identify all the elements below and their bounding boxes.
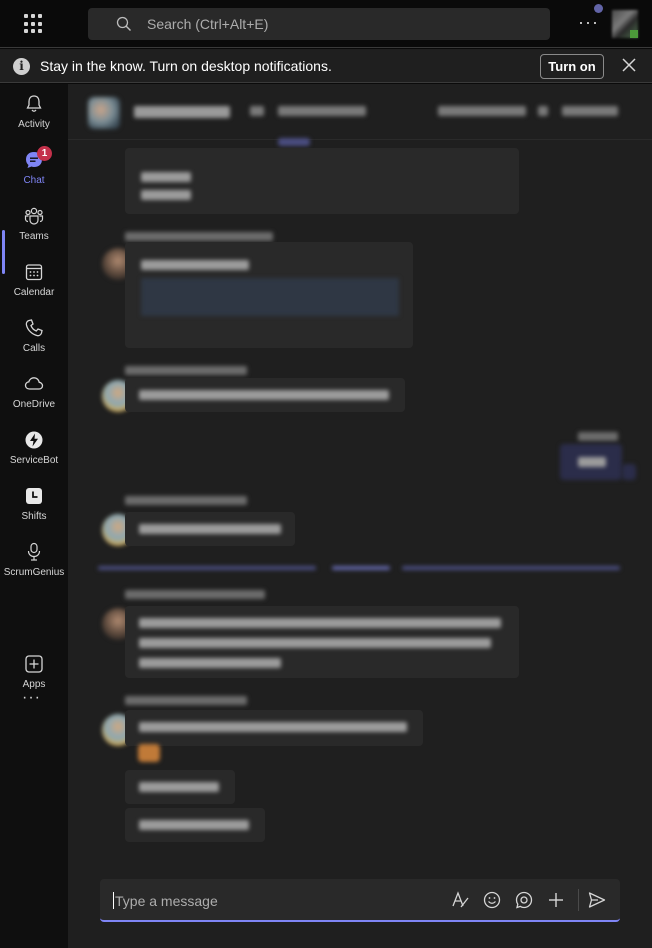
rail-item-chat[interactable]: Chat <box>0 150 68 200</box>
calendar-icon <box>25 264 43 281</box>
rail-label: Chat <box>23 175 45 186</box>
chat-avatar[interactable] <box>88 97 120 129</box>
rail-label: OneDrive <box>12 399 56 410</box>
message-meta <box>125 232 273 241</box>
message-meta <box>125 366 247 375</box>
redacted-icon[interactable] <box>538 106 548 116</box>
rail-item-calls[interactable]: Calls <box>0 318 68 368</box>
text-cursor <box>113 892 114 909</box>
compose-separator <box>578 889 579 911</box>
notification-dot <box>594 4 603 13</box>
emoji-icon <box>138 744 160 762</box>
message-meta <box>125 696 247 705</box>
plus-square-icon <box>25 655 43 673</box>
servicebot-icon <box>25 431 43 449</box>
new-messages-divider <box>402 566 620 570</box>
presence-status-icon <box>630 30 638 38</box>
redacted-text <box>139 618 501 628</box>
emoji-picker-icon[interactable] <box>482 890 502 910</box>
rail-item-scrumgenius[interactable]: ScrumGenius <box>0 542 68 592</box>
reaction-icon[interactable] <box>622 464 636 480</box>
search-icon <box>116 16 131 31</box>
title-bar: Search (Ctrl+Alt+E) ··· <box>0 0 652 48</box>
rail-label: Calls <box>22 343 46 354</box>
divider-label <box>332 566 390 570</box>
message-meta <box>578 432 618 441</box>
chat-title-redacted[interactable] <box>134 106 230 118</box>
redacted-text <box>139 658 281 668</box>
redacted-text <box>141 190 191 200</box>
more-options-icon[interactable]: ··· <box>578 12 599 33</box>
teams-icon <box>24 207 44 225</box>
rail-item-shifts[interactable]: Shifts <box>0 486 68 536</box>
rail-item-apps[interactable]: Apps <box>0 654 68 704</box>
redacted-text <box>578 457 606 467</box>
message-compose-box[interactable]: Type a message <box>100 879 620 922</box>
rail-item-calendar[interactable]: Calendar <box>0 262 68 312</box>
rail-label: Shifts <box>21 511 47 522</box>
scrumgenius-icon <box>27 542 41 561</box>
app-launcher-icon[interactable] <box>24 14 44 34</box>
rail-item-servicebot[interactable]: ServiceBot <box>0 430 68 480</box>
redacted-icons[interactable] <box>562 106 618 116</box>
rail-item-onedrive[interactable]: OneDrive <box>0 374 68 424</box>
send-icon[interactable] <box>587 890 607 910</box>
redacted-attachment[interactable] <box>141 278 399 316</box>
chat-unread-badge: 1 <box>37 146 52 161</box>
rail-label: Apps <box>22 679 46 690</box>
notification-banner: i Stay in the know. Turn on desktop noti… <box>0 49 652 83</box>
format-icon[interactable] <box>450 890 470 910</box>
phone-icon <box>25 319 43 337</box>
message-meta <box>125 590 265 599</box>
loop-component-icon[interactable] <box>514 890 534 910</box>
redacted-text <box>139 722 407 732</box>
rail-label: ScrumGenius <box>3 567 65 578</box>
redacted-tab[interactable] <box>438 106 526 116</box>
redacted-text <box>278 106 366 116</box>
redacted-text <box>139 820 249 830</box>
rail-item-activity[interactable]: Activity <box>0 94 68 144</box>
turn-on-button[interactable]: Turn on <box>540 54 604 79</box>
rail-label: Calendar <box>13 287 55 298</box>
compose-placeholder: Type a message <box>115 893 218 909</box>
redacted-text <box>139 390 389 400</box>
rail-label: Activity <box>18 119 50 130</box>
close-icon[interactable] <box>620 56 638 74</box>
redacted-text <box>139 782 219 792</box>
rail-label: Teams <box>19 231 49 242</box>
info-icon: i <box>13 58 30 75</box>
redacted-text <box>139 638 491 648</box>
search-box[interactable]: Search (Ctrl+Alt+E) <box>88 8 550 40</box>
clock-icon <box>26 488 42 504</box>
app-rail: Activity Chat Teams Calendar Calls OneDr… <box>0 84 68 948</box>
rail-label: ServiceBot <box>9 455 59 466</box>
search-placeholder: Search (Ctrl+Alt+E) <box>147 16 269 32</box>
redacted-text <box>141 172 191 182</box>
redacted-pill <box>278 138 310 146</box>
new-messages-divider <box>98 566 316 570</box>
redacted-text <box>250 106 264 116</box>
bell-icon <box>26 95 42 112</box>
message-meta <box>125 496 247 505</box>
plus-icon[interactable] <box>546 890 566 910</box>
cloud-icon <box>24 377 44 390</box>
redacted-text <box>139 524 281 534</box>
rail-item-teams[interactable]: Teams <box>0 206 68 256</box>
notification-message: Stay in the know. Turn on desktop notifi… <box>40 58 332 74</box>
redacted-text <box>141 260 249 270</box>
